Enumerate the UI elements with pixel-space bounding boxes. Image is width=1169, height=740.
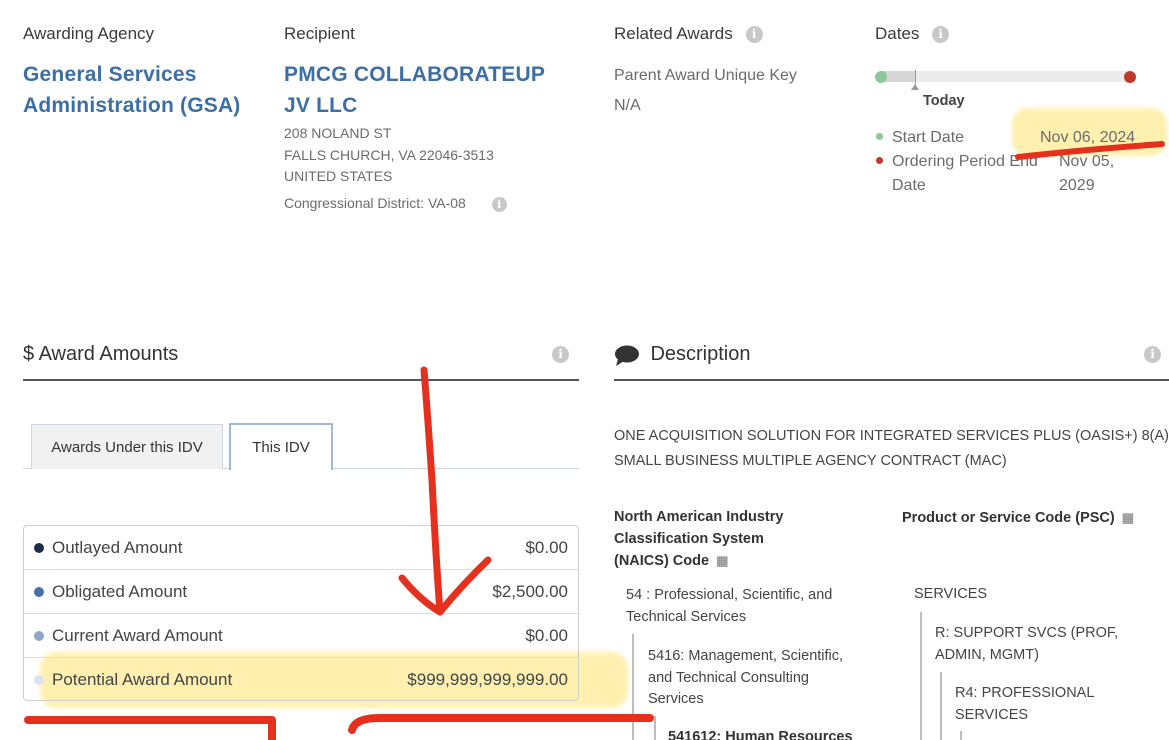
red-annotation-overlay bbox=[24, 141, 1165, 740]
arrow-head-stroke bbox=[398, 556, 492, 616]
bottom-mid-stroke bbox=[348, 714, 654, 734]
arrow-shaft-stroke bbox=[420, 366, 444, 616]
underline-stroke bbox=[1015, 141, 1165, 160]
bottom-left-stroke bbox=[24, 716, 276, 740]
